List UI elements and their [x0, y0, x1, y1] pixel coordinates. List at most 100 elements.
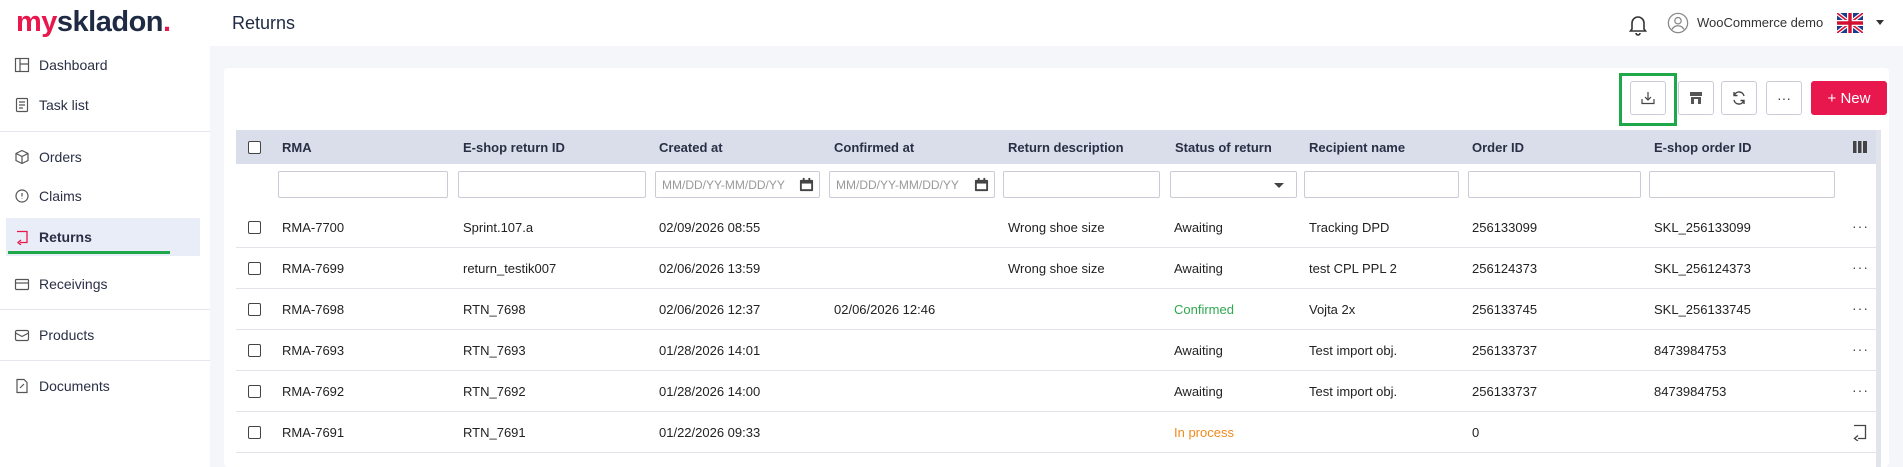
logo[interactable]: myskladon. [16, 6, 171, 39]
filter-recipient-input[interactable] [1304, 171, 1459, 198]
filter-eshop-order-id-input[interactable] [1649, 171, 1835, 198]
cell-created-at: 01/28/2026 14:00 [659, 384, 761, 399]
refresh-button[interactable] [1721, 81, 1757, 115]
column-header-recipient[interactable]: Recipient name [1309, 140, 1405, 155]
sidebar-divider [0, 360, 210, 361]
cell-rma[interactable]: RMA-7698 [282, 302, 344, 317]
store-button[interactable] [1678, 81, 1714, 115]
date-placeholder: MM/DD/YY-MM/DD/YY [662, 177, 785, 192]
task-list-icon [15, 97, 29, 113]
row-actions-icon[interactable]: ··· [1852, 300, 1869, 316]
row-checkbox[interactable] [248, 303, 261, 316]
cell-eshop-return-id: return_testik007 [463, 261, 557, 276]
filter-order-id-input[interactable] [1468, 171, 1641, 198]
sidebar-item-task-list[interactable]: Task list [6, 86, 200, 124]
box-icon [15, 149, 29, 165]
filter-status-select[interactable] [1170, 171, 1297, 198]
table-header: RMA E-shop return ID Created at Confirme… [236, 130, 1881, 164]
cell-rma[interactable]: RMA-7699 [282, 261, 344, 276]
sidebar-item-label: Task list [39, 97, 89, 113]
cell-confirmed-at: 02/06/2026 12:46 [834, 302, 936, 317]
row-actions-icon[interactable]: ··· [1852, 259, 1869, 275]
table-row[interactable]: RMA-7693 RTN_7693 01/28/2026 14:01 Await… [236, 330, 1881, 371]
cell-created-at: 01/22/2026 09:33 [659, 425, 761, 440]
cell-recipient: test CPL PPL 2 [1309, 261, 1397, 276]
cell-eshop-return-id: Sprint.107.a [463, 220, 534, 235]
table-scrollbar[interactable] [1876, 130, 1881, 467]
cell-rma[interactable]: RMA-7693 [282, 343, 344, 358]
table-row[interactable]: RMA-7700 Sprint.107.a 02/09/2026 08:55 W… [236, 207, 1881, 248]
cell-status: Awaiting [1174, 384, 1223, 399]
dashboard-icon [14, 57, 30, 73]
column-header-confirmed-at[interactable]: Confirmed at [834, 140, 914, 155]
sidebar-item-products[interactable]: Products [6, 316, 200, 354]
cell-order-id: 256133737 [1472, 343, 1538, 358]
row-actions-icon[interactable]: ··· [1852, 218, 1869, 234]
cell-rma[interactable]: RMA-7700 [282, 220, 344, 235]
filter-rma-input[interactable] [278, 171, 448, 198]
cell-eshop-return-id: RTN_7691 [463, 425, 526, 440]
column-header-eshop-return-id[interactable]: E-shop return ID [463, 140, 565, 155]
receive-return-icon[interactable] [1850, 423, 1868, 441]
refresh-icon [1733, 91, 1745, 105]
page-title: Returns [232, 13, 296, 33]
cell-recipient: Test import obj. [1309, 384, 1398, 399]
cell-status: In process [1174, 425, 1234, 440]
cell-rma[interactable]: RMA-7692 [282, 384, 344, 399]
calendar-icon[interactable] [799, 177, 814, 192]
cell-created-at: 02/06/2026 13:59 [659, 261, 761, 276]
top-bar: myskladon. Returns WooCommerce demo [0, 0, 1903, 46]
filter-confirmed-at-input[interactable]: MM/DD/YY-MM/DD/YY [829, 171, 995, 198]
row-checkbox[interactable] [248, 344, 261, 357]
select-all-checkbox[interactable] [248, 141, 261, 154]
filter-row: MM/DD/YY-MM/DD/YY MM/DD/YY-MM/DD/YY [236, 164, 1881, 206]
row-checkbox[interactable] [248, 262, 261, 275]
uk-flag-icon[interactable] [1837, 13, 1863, 33]
row-checkbox[interactable] [248, 385, 261, 398]
documents-icon [16, 378, 28, 394]
cell-rma[interactable]: RMA-7691 [282, 425, 344, 440]
cell-eshop-order-id: 8473984753 [1654, 384, 1727, 399]
column-header-created-at[interactable]: Created at [659, 140, 723, 155]
column-header-eshop-order-id[interactable]: E-shop order ID [1654, 140, 1752, 155]
column-header-order-id[interactable]: Order ID [1472, 140, 1524, 155]
cell-status: Awaiting [1174, 343, 1223, 358]
cell-order-id: 256124373 [1472, 261, 1538, 276]
column-header-return-description[interactable]: Return description [1008, 140, 1124, 155]
bell-icon[interactable] [1626, 12, 1650, 36]
store-icon [1690, 92, 1702, 104]
sidebar-item-documents[interactable]: Documents [6, 367, 200, 405]
filter-description-input[interactable] [1003, 171, 1160, 198]
sidebar-item-receivings[interactable]: Receivings [6, 265, 200, 303]
row-checkbox[interactable] [248, 426, 261, 439]
sidebar-item-dashboard[interactable]: Dashboard [6, 46, 200, 84]
sidebar-item-claims[interactable]: Claims [6, 177, 200, 215]
cell-eshop-order-id: SKL_256133099 [1654, 220, 1751, 235]
cell-status: Confirmed [1174, 302, 1234, 317]
language-dropdown-icon[interactable] [1876, 20, 1884, 25]
columns-settings-icon[interactable] [1853, 141, 1867, 153]
more-actions-button[interactable]: ··· [1766, 81, 1802, 115]
filter-eshop-return-id-input[interactable] [458, 171, 646, 198]
table-row[interactable]: RMA-7699 return_testik007 02/06/2026 13:… [236, 248, 1881, 289]
row-actions-icon[interactable]: ··· [1852, 341, 1869, 357]
row-checkbox[interactable] [248, 221, 261, 234]
table-row[interactable]: RMA-7691 RTN_7691 01/22/2026 09:33 In pr… [236, 412, 1881, 453]
row-actions-icon[interactable]: ··· [1852, 382, 1869, 398]
calendar-icon[interactable] [974, 177, 989, 192]
sidebar-divider [0, 131, 210, 132]
table-row[interactable]: RMA-7692 RTN_7692 01/28/2026 14:00 Await… [236, 371, 1881, 412]
sidebar-item-orders[interactable]: Orders [6, 138, 200, 176]
user-name[interactable]: WooCommerce demo [1697, 15, 1823, 30]
cell-eshop-order-id: SKL_256124373 [1654, 261, 1751, 276]
column-header-status[interactable]: Status of return [1175, 140, 1272, 155]
cell-order-id: 256133737 [1472, 384, 1538, 399]
filter-created-at-input[interactable]: MM/DD/YY-MM/DD/YY [655, 171, 820, 198]
column-header-rma[interactable]: RMA [282, 140, 312, 155]
highlight-box [1619, 73, 1677, 126]
sidebar-item-label: Documents [39, 378, 110, 394]
table-row[interactable]: RMA-7698 RTN_7698 02/06/2026 12:37 02/06… [236, 289, 1881, 330]
cell-eshop-order-id: 8473984753 [1654, 343, 1727, 358]
user-avatar-icon[interactable] [1667, 12, 1689, 34]
new-button[interactable]: + New [1811, 81, 1887, 115]
